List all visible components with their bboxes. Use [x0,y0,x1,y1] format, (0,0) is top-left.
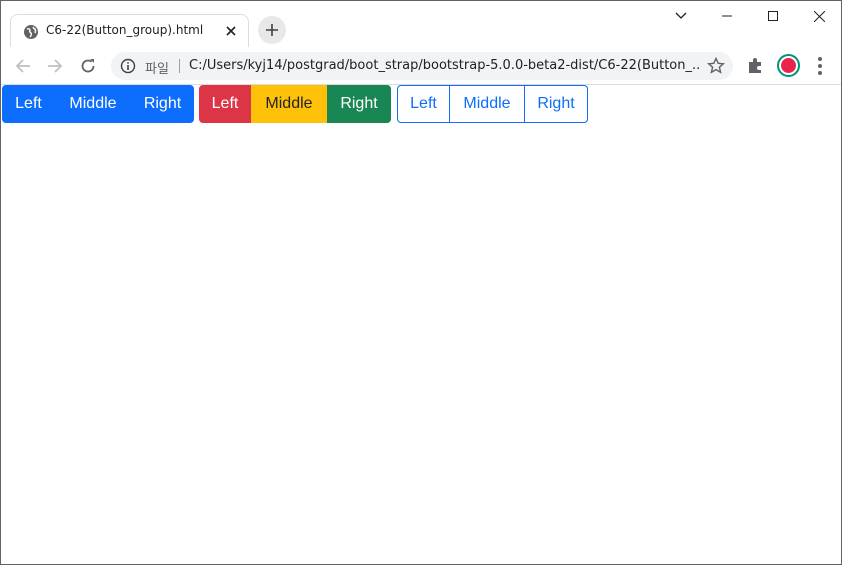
right-button[interactable]: Right [327,85,391,123]
close-icon [813,10,825,22]
star-icon[interactable] [707,57,725,75]
url-text[interactable]: C:/Users/kyj14/postgrad/boot_strap/boots… [189,58,699,73]
button-group-outline: Left Middle Right [397,85,588,123]
address-bar[interactable]: 파일 C:/Users/kyj14/postgrad/boot_strap/bo… [111,52,733,80]
puzzle-icon[interactable] [746,57,764,75]
right-button[interactable]: Right [525,85,588,123]
back-button[interactable] [10,53,36,79]
globe-icon [24,25,38,39]
button-group-mixed: Left Middle Right [199,85,391,123]
more-menu-icon[interactable] [811,56,829,76]
plus-icon [266,24,278,36]
maximize-icon [768,11,778,21]
minimize-icon [722,15,732,17]
maximize-button[interactable] [750,1,796,31]
tab-search-button[interactable] [658,1,704,31]
reload-icon [81,59,95,73]
tab-strip: C6-22(Button_group).html [1,1,842,48]
info-icon[interactable] [120,58,136,74]
forward-button[interactable] [42,53,68,79]
browser-window: C6-22(Button_group).html 파일 C:/Users/kyj… [0,0,842,565]
middle-button[interactable]: Middle [55,85,131,123]
browser-tab[interactable]: C6-22(Button_group).html [10,14,249,48]
avatar-icon [781,58,796,73]
chevron-down-icon [675,12,687,19]
reload-button[interactable] [75,53,101,79]
left-button[interactable]: Left [2,85,55,123]
scheme-label: 파일 [145,62,169,77]
left-button[interactable]: Left [199,85,251,123]
omnibox-separator [179,59,180,73]
minimize-button[interactable] [704,1,750,31]
new-tab-button[interactable] [258,16,286,44]
tab-title: C6-22(Button_group).html [46,23,204,37]
middle-button[interactable]: Middle [450,85,525,123]
button-group-primary: Left Middle Right [2,85,194,123]
arrow-right-icon [48,59,63,73]
middle-button[interactable]: Middle [251,85,327,123]
profile-avatar[interactable] [777,54,800,77]
page-content: Left Middle Right Left Middle Right Left… [2,85,841,564]
tab-close-icon[interactable] [222,22,240,40]
right-button[interactable]: Right [131,85,194,123]
close-window-button[interactable] [796,1,842,31]
left-button[interactable]: Left [397,85,450,123]
browser-toolbar: 파일 C:/Users/kyj14/postgrad/boot_strap/bo… [1,47,841,85]
arrow-left-icon [15,59,30,73]
